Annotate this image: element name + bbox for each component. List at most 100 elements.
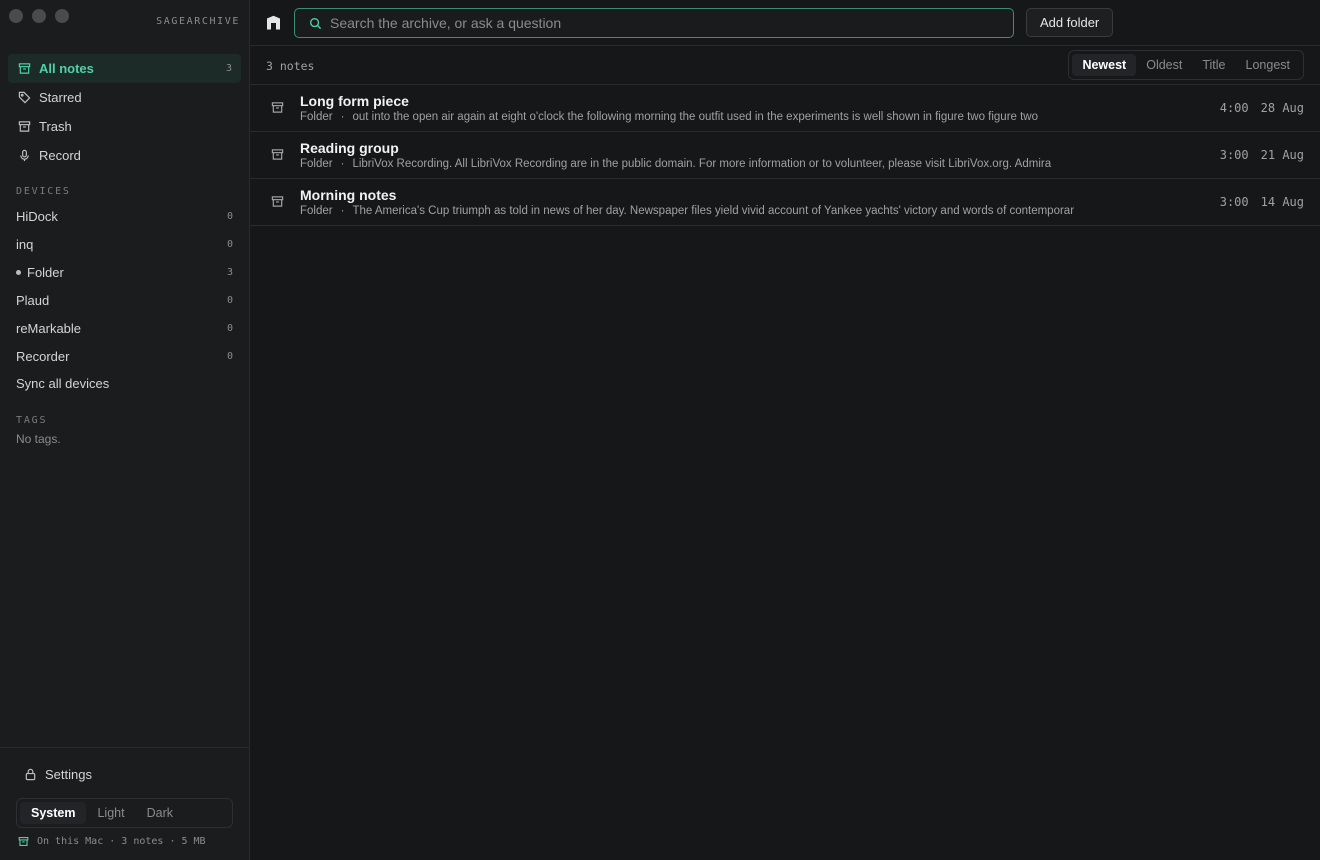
connected-dot-icon [16, 269, 21, 275]
archive-icon [17, 120, 31, 134]
theme-option-light[interactable]: Light [86, 802, 135, 824]
search-input[interactable] [330, 15, 1013, 31]
note-folder: Folder [300, 111, 333, 123]
top-toolbar: Add folder [250, 0, 1320, 46]
sidebar-item-record[interactable]: Record [8, 141, 241, 170]
notes-list: Long form piece Folder · out into the open… [250, 85, 1320, 226]
device-item-count: 3 [226, 266, 233, 278]
sidebar-item-label: All notes [39, 61, 94, 76]
device-item-label: inq [16, 236, 34, 252]
device-item-count: 0 [226, 350, 233, 362]
note-folder: Folder [300, 158, 333, 170]
note-duration: 3:00 [1219, 148, 1249, 162]
sidebar: SAGEARCHIVE All notes 3 Starred Trash Re… [0, 0, 250, 860]
notes-count: 3 notes [266, 59, 315, 73]
device-item-count: 0 [226, 322, 233, 334]
note-row[interactable]: Reading group Folder · LibriVox Recording.… [250, 132, 1320, 179]
note-duration: 3:00 [1219, 195, 1249, 209]
app-brand: SAGEARCHIVE [156, 16, 240, 27]
close-window-button[interactable] [9, 9, 23, 23]
note-title: Morning notes [300, 187, 397, 203]
sidebar-item-all-notes[interactable]: All notes 3 [8, 54, 241, 83]
add-folder-button[interactable]: Add folder [1026, 8, 1114, 37]
storage-status-text: On this Mac · 3 notes · 5 MB [37, 836, 206, 847]
tags-section-title: TAGS [16, 415, 48, 426]
note-folder: Folder [300, 205, 333, 217]
archive-icon [271, 195, 284, 208]
device-item-count: 0 [226, 238, 233, 250]
note-date: 21 Aug [1260, 148, 1304, 162]
note-row[interactable]: Morning notes Folder · The America's Cup t… [250, 179, 1320, 226]
device-item-count: 0 [226, 294, 233, 306]
list-header: 3 notes Newest Oldest Title Longest [250, 46, 1320, 85]
sync-all-devices-link[interactable]: Sync all devices [16, 376, 109, 391]
meta-separator: · [340, 158, 345, 170]
note-title: Reading group [300, 140, 399, 156]
sidebar-item-count: 3 [225, 63, 232, 74]
lock-icon [24, 768, 37, 781]
device-item-label: Folder [27, 264, 64, 280]
sort-option-longest[interactable]: Longest [1236, 54, 1300, 76]
home-icon[interactable] [266, 15, 281, 33]
note-date: 14 Aug [1260, 195, 1304, 209]
device-item-hidock[interactable]: HiDock 0 [8, 202, 241, 230]
device-item-count: 0 [226, 210, 233, 222]
settings-label: Settings [45, 767, 92, 782]
note-row[interactable]: Long form piece Folder · out into the open… [250, 85, 1320, 132]
note-snippet: The America's Cup triumph as told in new… [352, 205, 1075, 217]
archive-icon [18, 836, 29, 847]
note-snippet: out into the open air again at eight o'c… [352, 111, 1039, 123]
device-item-folder[interactable]: Folder 3 [8, 258, 241, 286]
minimize-window-button[interactable] [32, 9, 46, 23]
devices-section-title: DEVICES [16, 186, 71, 197]
note-meta: Folder · LibriVox Recording. All LibriVox … [300, 158, 1051, 170]
device-item-recorder[interactable]: Recorder 0 [8, 342, 241, 370]
no-tags-text: No tags. [16, 432, 61, 446]
note-time: 4:00 28 Aug [1220, 101, 1304, 115]
storage-status: On this Mac · 3 notes · 5 MB [18, 836, 206, 847]
note-snippet: LibriVox Recording. All LibriVox Recordi… [352, 158, 1052, 170]
search-box [294, 8, 1014, 38]
device-item-label-wrap: Folder [16, 265, 227, 280]
archive-icon [271, 101, 284, 114]
note-time: 3:00 21 Aug [1220, 148, 1304, 162]
meta-separator: · [340, 111, 345, 123]
sidebar-item-label: Trash [39, 119, 72, 134]
theme-switcher: System Light Dark [16, 798, 233, 828]
device-item-label: Plaud [16, 292, 50, 308]
main-content: Add folder 3 notes Newest Oldest Title L… [250, 0, 1320, 860]
window-controls [9, 9, 69, 23]
device-item-inq[interactable]: inq 0 [8, 230, 241, 258]
device-item-label: HiDock [16, 208, 58, 224]
archive-icon [271, 148, 284, 161]
note-title: Long form piece [300, 93, 409, 109]
device-item-remarkable[interactable]: reMarkable 0 [8, 314, 241, 342]
devices-list: HiDock 0 inq 0 Folder 3 Plaud 0 reMarkab… [8, 202, 241, 370]
sort-option-title[interactable]: Title [1192, 54, 1235, 76]
sidebar-item-label: Record [39, 148, 81, 163]
archive-icon [17, 62, 31, 76]
note-meta: Folder · out into the open air again at ei… [300, 111, 1038, 123]
sidebar-item-trash[interactable]: Trash [8, 112, 241, 141]
device-item-label: reMarkable [16, 320, 82, 336]
meta-separator: · [340, 205, 345, 217]
sidebar-item-label: Starred [39, 90, 82, 105]
settings-button[interactable]: Settings [24, 767, 92, 782]
sidebar-footer: Settings System Light Dark On this Mac ·… [0, 747, 249, 847]
zoom-window-button[interactable] [55, 9, 69, 23]
theme-option-dark[interactable]: Dark [136, 802, 184, 824]
sort-switcher: Newest Oldest Title Longest [1068, 50, 1304, 80]
note-meta: Folder · The America's Cup triumph as told… [300, 205, 1074, 217]
sort-option-newest[interactable]: Newest [1072, 54, 1137, 76]
sidebar-item-starred[interactable]: Starred [8, 83, 241, 112]
note-duration: 4:00 [1219, 101, 1249, 115]
tag-icon [17, 91, 31, 105]
theme-option-system[interactable]: System [20, 802, 87, 824]
sort-option-oldest[interactable]: Oldest [1136, 54, 1192, 76]
app-window: SAGEARCHIVE All notes 3 Starred Trash Re… [0, 0, 1320, 860]
microphone-icon [17, 149, 31, 163]
sidebar-nav: All notes 3 Starred Trash Record [8, 54, 241, 170]
device-item-plaud[interactable]: Plaud 0 [8, 286, 241, 314]
note-date: 28 Aug [1260, 101, 1304, 115]
device-item-label: Recorder [16, 348, 70, 364]
